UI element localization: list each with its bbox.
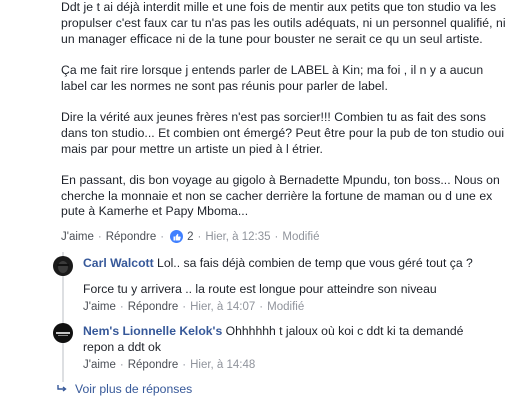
- view-more-replies[interactable]: Voir plus de réponses: [57, 382, 192, 396]
- thumbs-up-icon: [170, 230, 184, 243]
- reply-actions: J'aime · Répondre · Hier, à 14:48: [83, 359, 256, 371]
- like-count-badge[interactable]: 2: [170, 230, 193, 243]
- timestamp[interactable]: Hier, à 12:35: [205, 231, 270, 243]
- reply-text: Ohhhhhh t jaloux où koi c ddt ki ta dema…: [225, 324, 464, 338]
- avatar[interactable]: [53, 256, 73, 276]
- reply-link[interactable]: Répondre: [128, 301, 179, 313]
- reply-link[interactable]: Répondre: [128, 359, 179, 371]
- edited-label[interactable]: Modifié: [267, 301, 304, 313]
- comment-text: Ddt je t ai déjà interdit mille et une f…: [61, 0, 509, 220]
- reply-body: Carl Walcott Lol.. sa fais déjà combien …: [83, 256, 503, 272]
- reply-text: Lol.. sa fais déjà combien de temp que v…: [157, 256, 473, 270]
- comment-paragraph: Dire la vérité aux jeunes frères n'est p…: [61, 109, 505, 156]
- like-link[interactable]: J'aime: [61, 231, 94, 243]
- reply-text: repon a ddt ok: [83, 340, 161, 354]
- comment-paragraph: En passant, dis bon voyage au gigolo à B…: [61, 172, 500, 219]
- comment-paragraph: Ddt je t ai déjà interdit mille et une f…: [61, 0, 506, 46]
- timestamp[interactable]: Hier, à 14:07: [190, 301, 255, 313]
- comment-paragraph: Ça me fait rire lorsque j entends parler…: [61, 62, 484, 93]
- author-name[interactable]: Carl Walcott: [83, 256, 154, 270]
- reply-body: Nem's Lionnelle Kelok's Ohhhhhh t jaloux…: [83, 324, 503, 340]
- like-link[interactable]: J'aime: [83, 301, 116, 313]
- reply-link[interactable]: Répondre: [106, 231, 157, 243]
- view-more-label: Voir plus de réponses: [75, 382, 193, 396]
- reply-actions: J'aime · Répondre · Hier, à 14:07 · Modi…: [83, 301, 305, 313]
- edited-label[interactable]: Modifié: [282, 231, 319, 243]
- comment-actions: J'aime · Répondre · 2 · Hier, à 12:35 · …: [61, 230, 320, 243]
- reply-text: Force tu y arrivera .. la route est long…: [83, 282, 437, 296]
- timestamp[interactable]: Hier, à 14:48: [190, 359, 255, 371]
- reply-arrow-icon: [57, 385, 67, 392]
- like-link[interactable]: J'aime: [83, 359, 116, 371]
- author-name[interactable]: Nem's Lionnelle Kelok's: [83, 324, 222, 338]
- like-count: 2: [187, 230, 194, 243]
- avatar[interactable]: [53, 323, 73, 343]
